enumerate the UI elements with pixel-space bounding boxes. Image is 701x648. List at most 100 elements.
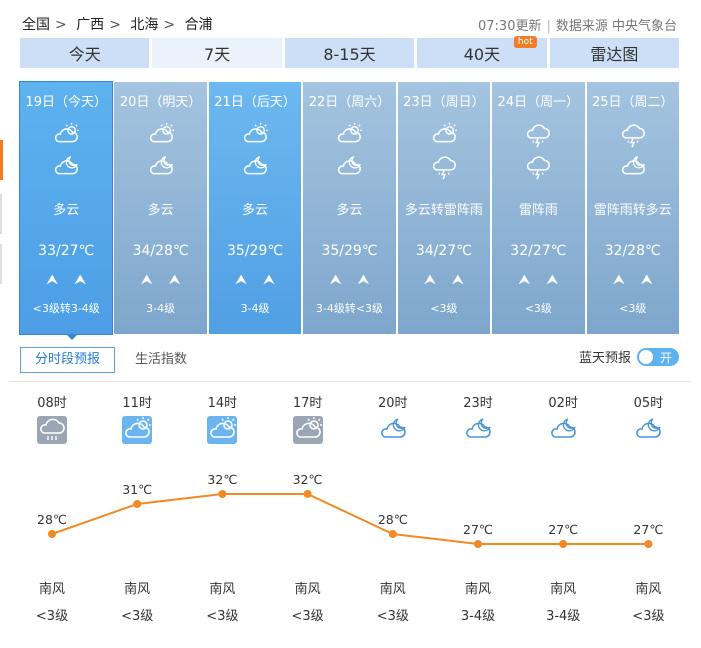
hour-wind-level: <3级: [632, 609, 665, 624]
wind-level: <3级: [430, 302, 458, 315]
temperature-point: [644, 540, 653, 548]
wind-arrow-icon: ⮝: [46, 272, 75, 288]
breadcrumb-item[interactable]: 全国: [22, 17, 50, 33]
hour-label: 08时: [37, 396, 67, 411]
hour-label: 20时: [378, 396, 408, 411]
hourly-column: 20时 南风 <3级: [363, 392, 423, 624]
hour-icon: [37, 416, 67, 444]
day-weather-icon: [241, 122, 269, 146]
wind-level: <3级转3-4级: [32, 302, 100, 315]
temperature-point: [559, 540, 568, 548]
temperature-label: 32℃: [207, 472, 237, 487]
tab-0[interactable]: 今天: [20, 38, 150, 68]
hour-label: 17时: [292, 396, 323, 411]
breadcrumb-sep: >: [109, 17, 121, 33]
hour-wind-dir: 南风: [635, 582, 662, 597]
day-card[interactable]: 21日（后天） 多云 35/29℃ ⮝⮝ 3-4级: [208, 82, 302, 334]
blue-sky-label: 蓝天预报: [578, 351, 631, 366]
rain-cloud-icon: [37, 416, 67, 444]
wind-level: <3级: [619, 302, 647, 315]
night-weather-icon: [52, 154, 80, 178]
tab-label: 雷达图: [590, 45, 639, 64]
wind-arrow-icon: ⮝: [168, 272, 197, 288]
weather-desc: 多云: [336, 203, 363, 218]
tab-life-index[interactable]: 生活指数: [135, 347, 187, 373]
tab-hourly-forecast[interactable]: 分时段预报: [20, 347, 115, 373]
temp-range: 35/29℃: [227, 243, 284, 259]
temp-range: 32/27℃: [510, 243, 567, 259]
hour-wind-level: <3级: [206, 609, 239, 624]
wind-direction-icons: ⮝⮝: [114, 272, 206, 288]
day-card[interactable]: 22日（周六） 多云 35/29℃ ⮝⮝ 3-4级转<3级: [303, 82, 396, 334]
wind-level: 3-4级: [146, 302, 176, 315]
hour-label: 23时: [463, 396, 493, 411]
night-weather-icon: [241, 154, 269, 178]
selected-pointer: [66, 334, 78, 340]
breadcrumb-item[interactable]: 广西: [76, 17, 104, 33]
tab-3[interactable]: 40天 hot: [417, 36, 547, 68]
hourly-column: 02时 南风 3-4级: [533, 392, 593, 624]
day-card[interactable]: 19日（今天） 多云 33/27℃ ⮝⮝ <3级转3-4级: [19, 81, 114, 335]
temp-range: 35/29℃: [321, 243, 378, 259]
tab-label: 今天: [68, 45, 101, 64]
wind-level: 3-4级: [240, 302, 270, 315]
temperature-label: 28℃: [37, 512, 67, 527]
wind-arrow-icon: ⮝: [74, 272, 103, 288]
day-weather-icon: [619, 122, 647, 148]
hour-wind-level: 3-4级: [460, 609, 496, 624]
day-card[interactable]: 20日（明天） 多云 34/28℃ ⮝⮝ 3-4级: [114, 82, 207, 334]
tab-label: 7天: [204, 45, 231, 64]
hour-wind-level: <3级: [291, 609, 324, 624]
tab-label: 8-15天: [323, 45, 376, 64]
day-label: 20日（明天）: [119, 95, 202, 110]
wind-direction-icons: ⮝⮝: [209, 272, 301, 288]
blue-sky-switch[interactable]: 开: [637, 347, 679, 366]
day-label: 25日（周二）: [591, 95, 674, 110]
hour-icon: [463, 416, 493, 444]
partly-cloudy-night-icon: [551, 418, 576, 438]
wind-arrow-icon: ⮝: [612, 272, 641, 288]
tab-1[interactable]: 7天: [152, 38, 282, 68]
night-weather-icon: [335, 154, 363, 178]
wind-arrow-icon: ⮝: [518, 272, 547, 288]
partly-cloudy-day-icon: [243, 122, 269, 143]
day-label: 24日（周一）: [497, 95, 580, 110]
hour-label: 14时: [207, 396, 238, 411]
weather-desc: 多云: [242, 203, 269, 218]
thunderstorm-icon: [527, 156, 551, 180]
wind-arrow-icon: ⮝: [263, 272, 291, 288]
temp-range: 34/28℃: [132, 243, 189, 259]
day-card[interactable]: 25日（周二） 雷阵雨转多云 32/28℃ ⮝⮝ <3级: [586, 82, 679, 334]
data-source: 数据来源 中央气象台: [555, 19, 677, 34]
wind-arrow-icon: ⮝: [546, 272, 575, 288]
day-weather-icon: [52, 122, 80, 146]
tab-2[interactable]: 8-15天: [284, 38, 415, 68]
divider: [10, 381, 691, 382]
day-label: 22日（周六）: [308, 95, 391, 110]
partly-cloudy-night-icon: [338, 156, 362, 175]
temperature-point: [303, 490, 312, 498]
thunderstorm-icon: [432, 156, 456, 180]
hour-wind-level: 3-4级: [546, 609, 581, 624]
partly-cloudy-night-icon: [380, 418, 406, 438]
top-bar: 全国 > 广西 > 北海 > 合浦 07:30更新 | 数据来源 中央气象台: [0, 0, 701, 36]
switch-state: 开: [659, 350, 672, 365]
breadcrumb-item[interactable]: 北海: [130, 17, 158, 33]
weather-desc: 雷阵雨: [518, 203, 558, 218]
hourly-column: 23时 南风 3-4级: [448, 392, 508, 624]
update-info: 07:30更新 | 数据来源 中央气象台: [478, 15, 677, 34]
day-weather-icon: [430, 122, 458, 146]
partly-cloudy-day-icon: [292, 416, 323, 444]
day-card[interactable]: 23日（周日） 多云转雷阵雨 34/27℃ ⮝⮝ <3级: [397, 82, 491, 334]
hour-label: 02时: [548, 396, 578, 411]
tab-label: 40天: [463, 45, 501, 64]
hourly-column: 14时 南风 <3级: [192, 392, 252, 624]
day-card[interactable]: 24日（周一） 雷阵雨 32/27℃ ⮝⮝ <3级: [492, 82, 585, 334]
hour-icon: [122, 416, 153, 444]
tab-4[interactable]: 雷达图: [549, 38, 680, 68]
wind-direction-icons: ⮝⮝: [303, 272, 395, 288]
hour-wind-level: <3级: [35, 609, 69, 624]
partly-cloudy-night-icon: [636, 418, 662, 438]
daily-forecast: 19日（今天） 多云 33/27℃ ⮝⮝ <3级转3-4级 20日（明天） 多云…: [19, 81, 679, 335]
partly-cloudy-night-icon: [149, 156, 173, 175]
